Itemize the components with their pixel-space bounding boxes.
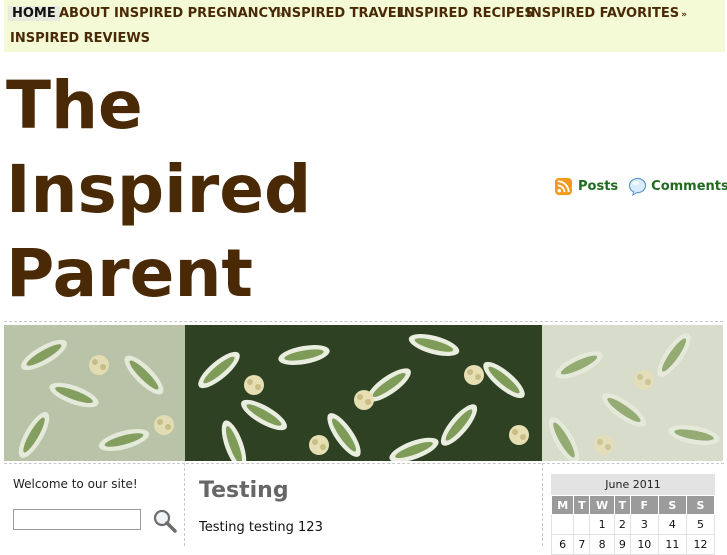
calendar-day-cell: 4 bbox=[657, 514, 687, 535]
header-divider bbox=[4, 321, 723, 322]
search-input[interactable] bbox=[13, 509, 141, 530]
nav-inspired-pregnancy-label: INSPIRED PREGNANCY bbox=[114, 6, 278, 21]
comments-feed-label: Comments bbox=[651, 178, 727, 194]
calendar-day-cell: 3 bbox=[629, 514, 659, 535]
nav-inspired-pregnancy[interactable]: INSPIRED PREGNANCY» bbox=[114, 6, 285, 21]
calendar-day-cell bbox=[573, 514, 591, 535]
comments-feed-link[interactable]: Comments bbox=[618, 177, 727, 196]
calendar-day-header: F bbox=[629, 495, 659, 515]
nav-inspired-travel[interactable]: INSPIRED TRAVEL bbox=[276, 6, 405, 21]
post-title[interactable]: Testing bbox=[199, 478, 289, 503]
calendar-week-row: 1 2 3 4 5 bbox=[550, 514, 716, 535]
nav-inspired-favorites-label: INSPIRED FAVORITES bbox=[526, 6, 680, 21]
calendar-day-header: S bbox=[657, 495, 687, 515]
header-banner-image bbox=[4, 325, 723, 461]
site-title[interactable]: The Inspired Parent bbox=[6, 64, 346, 316]
main-content: Testing Testing testing 123 bbox=[186, 463, 541, 546]
calendar-day-cell bbox=[550, 514, 575, 535]
nav-home[interactable]: HOME bbox=[8, 6, 60, 21]
nav-inspired-recipes[interactable]: INSPIRED RECIPES bbox=[399, 6, 534, 21]
calendar-day-header: W bbox=[589, 495, 615, 515]
chevron-down-icon: » bbox=[681, 10, 687, 20]
search-icon[interactable] bbox=[152, 508, 178, 534]
posts-feed-label: Posts bbox=[578, 178, 619, 194]
calendar-day-header: M bbox=[550, 495, 575, 515]
welcome-text: Welcome to our site! bbox=[13, 477, 138, 491]
calendar-day-header: T bbox=[613, 495, 631, 515]
nav-inspired-reviews[interactable]: INSPIRED REVIEWS bbox=[10, 31, 150, 46]
main-navigation: HOME ABOUT INSPIRED PREGNANCY» INSPIRED … bbox=[4, 0, 725, 52]
calendar-day-cell: 1 bbox=[589, 514, 615, 535]
nav-inspired-favorites[interactable]: INSPIRED FAVORITES» bbox=[526, 6, 687, 21]
calendar-day-headers: M T W T F S S bbox=[550, 495, 716, 515]
left-sidebar: Welcome to our site! bbox=[4, 463, 185, 546]
posts-feed-link[interactable]: Posts bbox=[555, 177, 619, 195]
calendar-day-header: S bbox=[685, 495, 716, 515]
nav-about[interactable]: ABOUT bbox=[59, 6, 109, 21]
banner-foliage-image bbox=[4, 325, 723, 461]
calendar-day-cell: 2 bbox=[613, 514, 631, 535]
calendar-widget: June 2011 M T W T F S S 1 2 3 4 5 6 7 8 … bbox=[550, 474, 716, 555]
comment-bubble-icon bbox=[629, 177, 647, 196]
calendar-caption: June 2011 bbox=[551, 474, 715, 495]
post-body: Testing testing 123 bbox=[199, 520, 323, 535]
right-sidebar: June 2011 M T W T F S S 1 2 3 4 5 6 7 8 … bbox=[542, 463, 724, 555]
rss-icon bbox=[555, 177, 572, 195]
calendar-day-cell: 5 bbox=[685, 514, 716, 535]
feed-links: Posts Comments bbox=[555, 176, 727, 196]
calendar-day-header: T bbox=[573, 495, 591, 515]
